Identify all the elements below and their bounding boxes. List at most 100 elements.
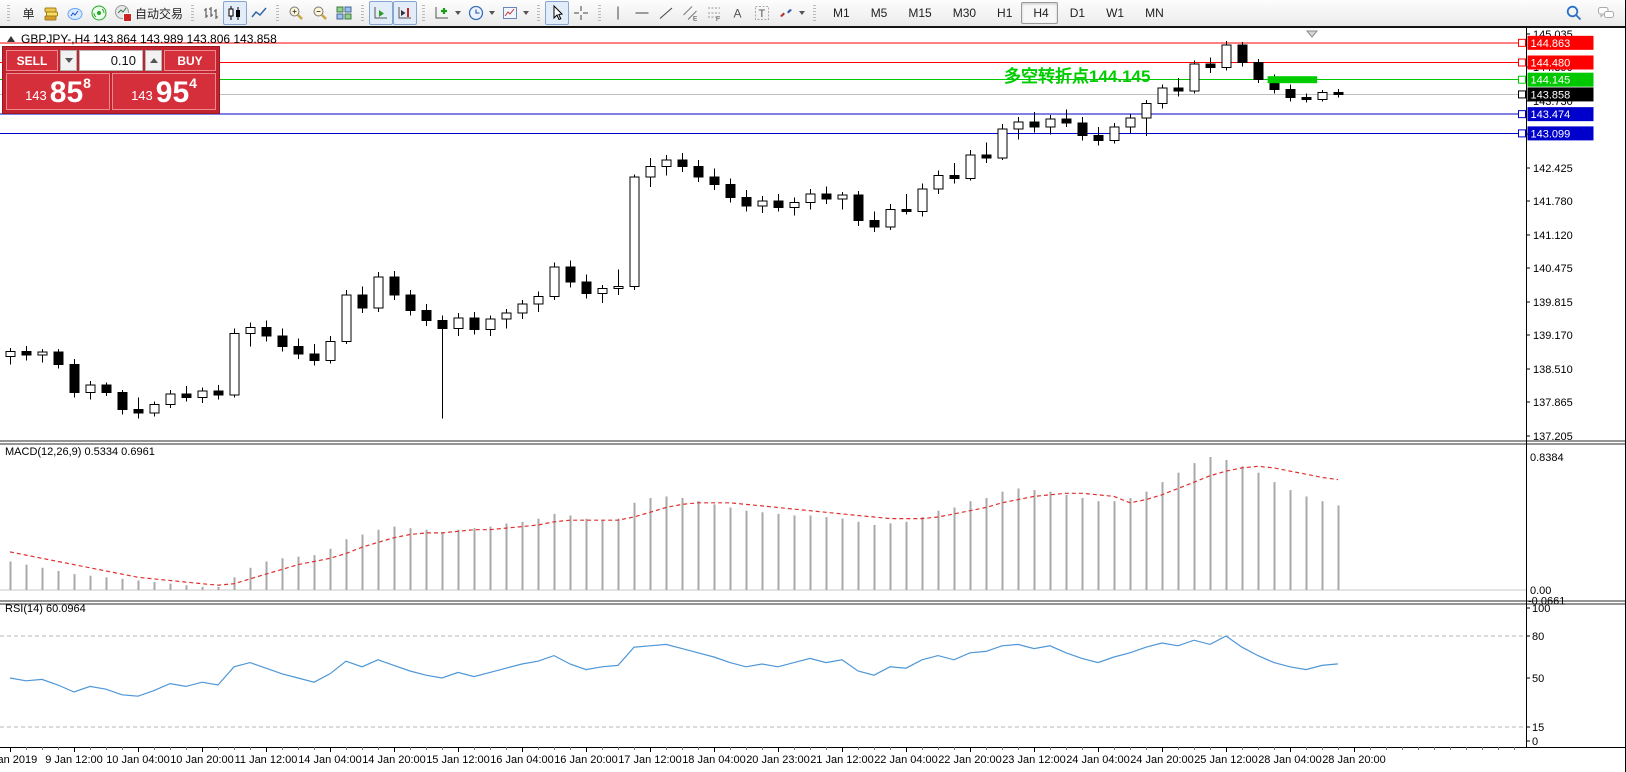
time-axis-label: 15 Jan 12:00: [426, 754, 490, 766]
time-axis-label: 23 Jan 12:00: [1002, 754, 1066, 766]
candle-body: [1190, 64, 1199, 91]
candle-body: [1094, 135, 1103, 140]
toolbar-grip[interactable]: [191, 5, 194, 21]
line-anchor-marker[interactable]: [1519, 59, 1526, 66]
toolbar-grip[interactable]: [422, 5, 425, 21]
ask-main: 95: [156, 79, 189, 108]
candle-body: [1206, 64, 1215, 68]
line-anchor-marker[interactable]: [1519, 91, 1526, 98]
candle-body: [22, 352, 31, 356]
toolbar-grip[interactable]: [276, 5, 279, 21]
chart-shift-marker[interactable]: [1307, 31, 1317, 37]
line-chart-icon: [250, 4, 268, 22]
line-anchor-marker[interactable]: [1519, 39, 1526, 46]
new-order-button[interactable]: 单: [15, 1, 39, 25]
candle-body: [294, 346, 303, 354]
dropdown-arrow-icon[interactable]: [455, 11, 461, 15]
text-label-button[interactable]: T: [750, 1, 774, 25]
zoom-out-button[interactable]: [308, 1, 332, 25]
sell-button[interactable]: SELL: [6, 50, 58, 71]
arrows-button[interactable]: [774, 1, 808, 25]
toolbar-grip[interactable]: [7, 5, 10, 21]
candle-body: [150, 404, 159, 413]
volume-decrease-button[interactable]: [60, 50, 77, 71]
toolbar-grip[interactable]: [537, 5, 540, 21]
autotrading-button[interactable]: 自动交易: [111, 1, 186, 25]
price-tick-label: 138.510: [1533, 364, 1573, 376]
timeframe-d1[interactable]: D1: [1058, 2, 1094, 24]
bid-prefix: 143: [25, 88, 47, 103]
search-icon: [1565, 4, 1583, 22]
chat-button[interactable]: [1594, 1, 1618, 25]
bar-chart-button[interactable]: [199, 1, 223, 25]
collapse-triangle-icon[interactable]: [7, 36, 15, 42]
timeframe-h4[interactable]: H4: [1021, 2, 1057, 24]
price-tick-label: 141.780: [1533, 196, 1573, 208]
periods-button[interactable]: [464, 1, 498, 25]
crosshair-button[interactable]: [569, 1, 593, 25]
timeframe-w1[interactable]: W1: [1094, 2, 1133, 24]
green-trend-segment[interactable]: [1268, 76, 1318, 83]
volume-input[interactable]: 0.10: [79, 50, 143, 71]
search-button[interactable]: [1562, 1, 1586, 25]
ask-superscript: 4: [189, 75, 197, 91]
timeframe-m30[interactable]: M30: [941, 2, 985, 24]
dropdown-arrow-icon[interactable]: [489, 11, 495, 15]
candle-body: [662, 160, 671, 167]
templates-button[interactable]: [498, 1, 532, 25]
time-axis-label: 24 Jan 04:00: [1066, 754, 1130, 766]
time-axis-label: 20 Jan 23:00: [746, 754, 810, 766]
ask-price-button[interactable]: 143 95 4: [112, 73, 216, 110]
fibonacci-button[interactable]: F: [702, 1, 726, 25]
navigator-button[interactable]: [87, 1, 111, 25]
buy-button[interactable]: BUY: [164, 50, 216, 71]
indicators-button[interactable]: [430, 1, 464, 25]
toolbar: 单 自动交易 EFAT M1M5M15 M30 H1H4D1W1MN: [0, 0, 1626, 28]
candle-body: [598, 288, 607, 293]
chart-shift-button[interactable]: [393, 1, 417, 25]
trendline-button[interactable]: [654, 1, 678, 25]
rsi-line: [10, 636, 1338, 696]
zoom-in-button[interactable]: [284, 1, 308, 25]
candle-body: [118, 393, 127, 410]
horizontal-line-button[interactable]: [630, 1, 654, 25]
candle-body: [518, 304, 527, 313]
tile-windows-button[interactable]: [332, 1, 356, 25]
market-watch-button[interactable]: [39, 1, 63, 25]
data-window-button[interactable]: [63, 1, 87, 25]
chart-annotation-text[interactable]: 多空转折点144.145: [1004, 62, 1150, 87]
line-anchor-marker[interactable]: [1519, 111, 1526, 118]
candle-body: [1110, 127, 1119, 140]
vertical-line-button[interactable]: [606, 1, 630, 25]
time-axis-label: 25 Jan 12:00: [1194, 754, 1258, 766]
toolbar-grip[interactable]: [598, 5, 601, 21]
bid-price-button[interactable]: 143 85 8: [6, 73, 110, 110]
toolbar-grip[interactable]: [813, 5, 816, 21]
candle-body: [630, 177, 639, 286]
timeframe-m30-label: M30: [953, 6, 976, 20]
cursor-button[interactable]: [545, 1, 569, 25]
candlestick-chart-button[interactable]: [223, 1, 247, 25]
timeframe-mn[interactable]: MN: [1133, 2, 1173, 24]
line-anchor-marker[interactable]: [1519, 130, 1526, 137]
candle-body: [502, 313, 511, 319]
candle-body: [1334, 92, 1343, 94]
price-badge-label: 143.099: [1531, 128, 1571, 140]
timeframe-h1[interactable]: H1: [985, 2, 1021, 24]
dropdown-arrow-icon[interactable]: [799, 11, 805, 15]
text-button[interactable]: A: [726, 1, 750, 25]
line-anchor-marker[interactable]: [1519, 76, 1526, 83]
toolbar-grip[interactable]: [361, 5, 364, 21]
candlestick-chart-icon: [226, 4, 244, 22]
bar-chart-icon: [202, 4, 220, 22]
timeframe-m5[interactable]: M5: [859, 2, 897, 24]
dropdown-arrow-icon[interactable]: [523, 11, 529, 15]
time-axis-label: 10 Jan 20:00: [170, 754, 234, 766]
timeframe-m1[interactable]: M1: [821, 2, 859, 24]
equidistant-channel-button[interactable]: E: [678, 1, 702, 25]
timeframe-m15[interactable]: M15: [896, 2, 940, 24]
candle-body: [6, 352, 15, 357]
line-chart-button[interactable]: [247, 1, 271, 25]
auto-scroll-button[interactable]: [369, 1, 393, 25]
volume-increase-button[interactable]: [145, 50, 162, 71]
